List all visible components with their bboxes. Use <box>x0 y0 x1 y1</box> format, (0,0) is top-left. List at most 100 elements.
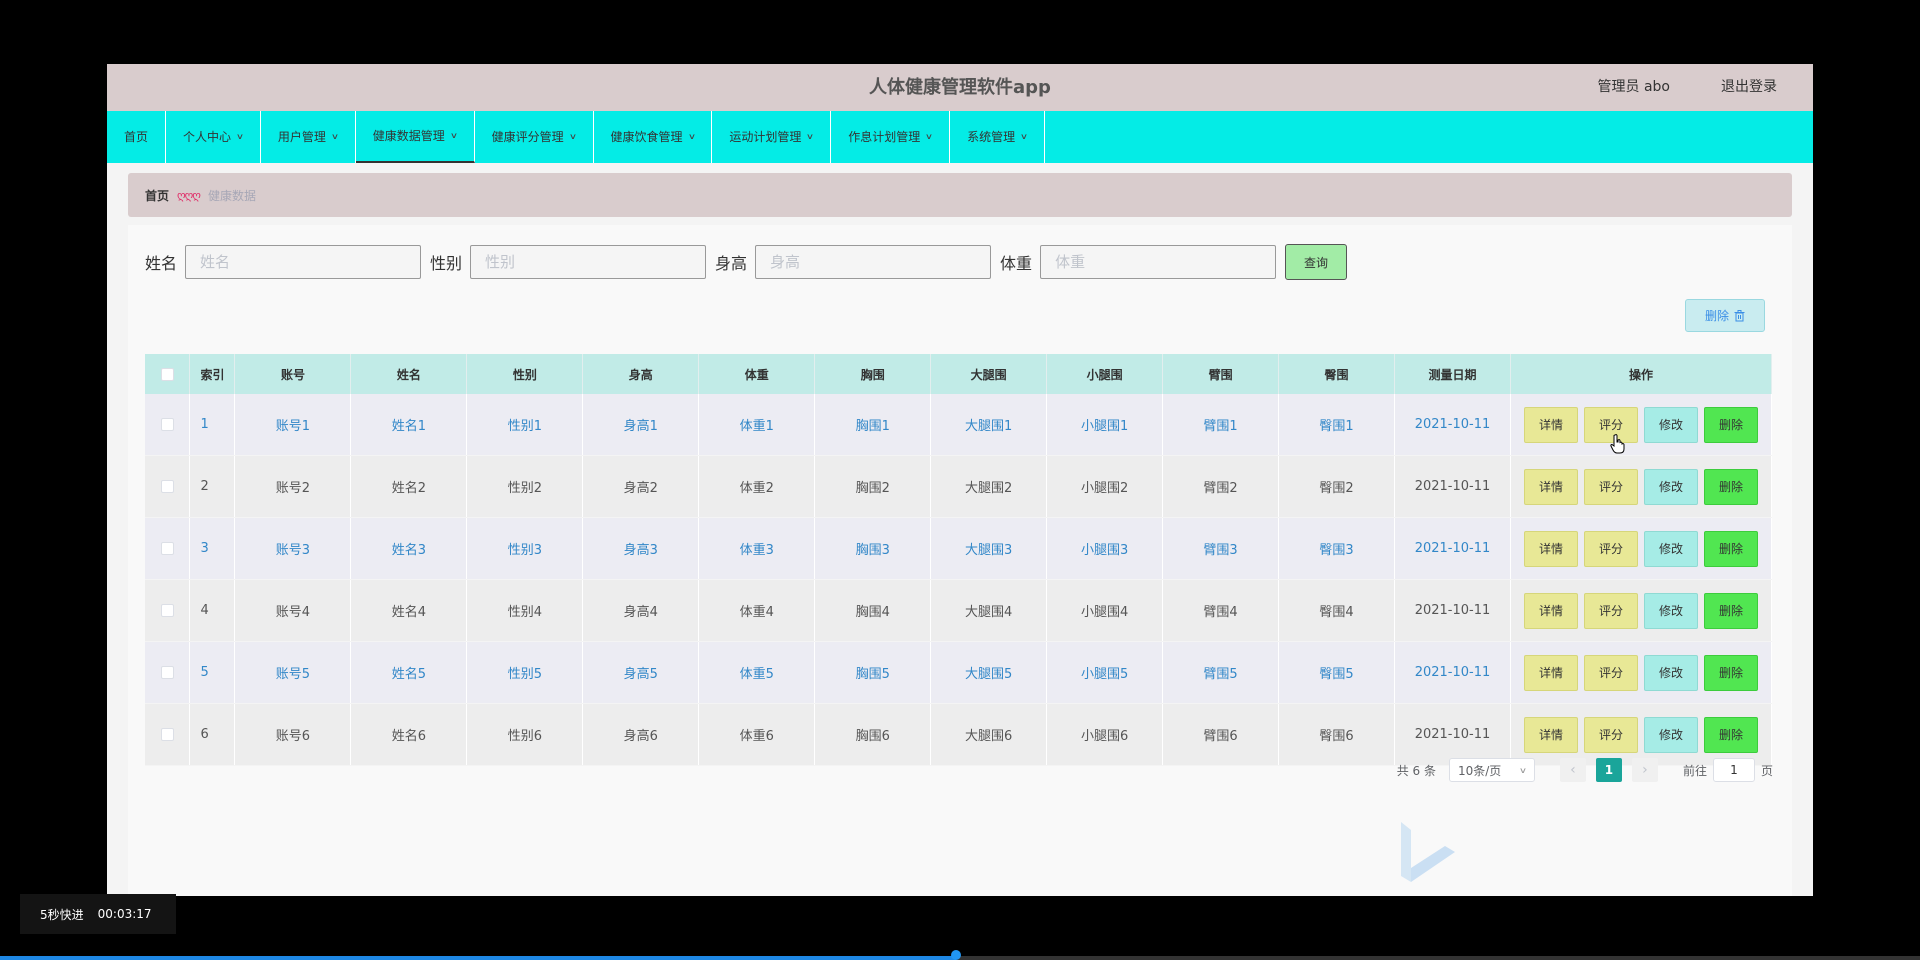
table-cell: 账号6 <box>234 703 352 766</box>
edit-button[interactable]: 修改 <box>1643 406 1698 443</box>
breadcrumb-current: 健康数据 <box>207 188 256 203</box>
delete-button[interactable]: 删除 <box>1703 592 1758 629</box>
height-search-input[interactable] <box>755 245 992 279</box>
nav-item-label: 首页 <box>124 130 149 144</box>
table-cell: 大腿围4 <box>930 579 1048 642</box>
table-cell: 臀围4 <box>1278 579 1395 642</box>
table-cell: 臀围3 <box>1278 517 1395 580</box>
table-cell: 性别2 <box>466 455 584 518</box>
table-cell: 大腿围2 <box>930 455 1048 518</box>
query-button[interactable]: 查询 <box>1285 244 1348 280</box>
delete-button[interactable]: 删除 <box>1703 530 1758 567</box>
edit-button[interactable]: 修改 <box>1643 716 1698 753</box>
pagination-total: 共 6 条 <box>1396 763 1436 778</box>
nav-item-5[interactable]: 健康饮食管理 ∨ <box>594 111 713 163</box>
score-button[interactable]: 评分 <box>1583 530 1638 567</box>
weight-search-input[interactable] <box>1040 245 1277 279</box>
nav-item-label: 运动计划管理 <box>729 130 802 144</box>
detail-button[interactable]: 详情 <box>1523 592 1578 629</box>
weight-label: 体重 <box>1000 254 1033 273</box>
name-label: 姓名 <box>145 254 178 273</box>
table-cell: 2021-10-11 <box>1394 641 1511 704</box>
table-body: 1 账号1 姓名1 性别1 身高1 体重1 胸围1 大腿围1 小腿围1 臂围1 臀围1 2021-10… <box>145 394 1773 766</box>
goto-label: 前往 <box>1682 763 1707 778</box>
page-suffix: 页 <box>1760 763 1773 778</box>
nav-item-7[interactable]: 作息计划管理 ∨ <box>831 111 951 163</box>
table-cell: 身高5 <box>582 641 700 704</box>
chevron-down-icon: ∨ <box>925 132 934 141</box>
detail-button[interactable]: 详情 <box>1523 716 1578 753</box>
edit-button[interactable]: 修改 <box>1643 468 1698 505</box>
detail-button[interactable]: 详情 <box>1523 468 1578 505</box>
nav-item-1[interactable]: 个人中心 ∨ <box>166 111 261 163</box>
nav-item-6[interactable]: 运动计划管理 ∨ <box>712 111 832 163</box>
delete-button[interactable]: 删除 <box>1703 654 1758 691</box>
row-checkbox[interactable] <box>145 455 191 518</box>
table-cell: 性别3 <box>466 517 584 580</box>
next-page-button[interactable]: › <box>1631 758 1658 782</box>
chevron-down-icon: ∨ <box>806 132 815 141</box>
table-cell: 大腿围1 <box>930 394 1048 456</box>
detail-button[interactable]: 详情 <box>1523 406 1578 443</box>
page-number-current[interactable]: 1 <box>1595 758 1622 782</box>
prev-page-button[interactable]: ‹ <box>1559 758 1586 782</box>
score-button[interactable]: 评分 <box>1583 716 1638 753</box>
detail-button[interactable]: 详情 <box>1523 654 1578 691</box>
score-button[interactable]: 评分 <box>1583 654 1638 691</box>
edit-button[interactable]: 修改 <box>1643 654 1698 691</box>
score-button[interactable]: 评分 <box>1583 592 1638 629</box>
name-search-input[interactable] <box>185 245 422 279</box>
watermark-logo-icon <box>1401 822 1455 882</box>
row-checkbox[interactable] <box>145 641 191 704</box>
table-cell: 姓名6 <box>350 703 468 766</box>
table-row: 4 账号4 姓名4 性别4 身高4 体重4 胸围4 大腿围4 小腿围4 臂围4 臀围4 2021-10… <box>145 579 1773 642</box>
logout-link[interactable]: 退出登录 <box>1721 64 1777 111</box>
goto-page-input[interactable] <box>1712 758 1755 782</box>
table-cell: 臂围6 <box>1162 703 1280 766</box>
breadcrumb-home[interactable]: 首页 <box>145 187 169 204</box>
table-cell: 小腿围1 <box>1046 394 1164 456</box>
row-checkbox[interactable] <box>145 394 191 456</box>
nav-item-3[interactable]: 健康数据管理 ∨ <box>355 111 475 163</box>
nav-item-2[interactable]: 用户管理 ∨ <box>261 111 356 163</box>
gender-search-input[interactable] <box>470 245 707 279</box>
table-cell: 身高2 <box>582 455 700 518</box>
column-header: 测量日期 <box>1394 354 1511 394</box>
video-progress-fill <box>0 956 957 960</box>
row-checkbox[interactable] <box>145 517 191 580</box>
delete-button[interactable]: 删除 <box>1703 406 1758 443</box>
page-size-select[interactable]: 10条/页 ∨ <box>1448 758 1535 782</box>
delete-button[interactable]: 删除 <box>1703 716 1758 753</box>
table-cell: 小腿围5 <box>1046 641 1164 704</box>
bulk-delete-button[interactable]: 删除 <box>1685 299 1765 332</box>
edit-button[interactable]: 修改 <box>1643 592 1698 629</box>
table-cell: 体重4 <box>698 579 816 642</box>
chevron-down-icon: ∨ <box>235 132 245 141</box>
table-cell: 账号5 <box>234 641 352 704</box>
nav-item-8[interactable]: 系统管理 ∨ <box>950 111 1046 163</box>
select-all-checkbox[interactable] <box>145 354 191 394</box>
table-cell: 性别6 <box>466 703 584 766</box>
row-checkbox[interactable] <box>145 703 191 766</box>
delete-button[interactable]: 删除 <box>1703 468 1758 505</box>
top-header: 人体健康管理软件app 管理员 abo 退出登录 <box>107 64 1813 111</box>
table-cell: 身高1 <box>582 394 700 456</box>
table-header-row: 索引 账号 姓名 性别 身高 体重 胸围 大腿围 小腿围 臂围 臀围 测量日期 … <box>145 354 1773 394</box>
row-checkbox[interactable] <box>145 579 191 642</box>
score-button[interactable]: 评分 <box>1583 468 1638 505</box>
table-cell: 体重2 <box>698 455 816 518</box>
column-header: 性别 <box>466 354 584 394</box>
table-row: 5 账号5 姓名5 性别5 身高5 体重5 胸围5 大腿围5 小腿围5 臂围5 臀围5 2021-10… <box>145 641 1773 704</box>
edit-button[interactable]: 修改 <box>1643 530 1698 567</box>
table-cell: 胸围3 <box>814 517 932 580</box>
table-cell: 身高3 <box>582 517 700 580</box>
nav-item-4[interactable]: 健康评分管理 ∨ <box>475 111 594 163</box>
table-cell: 性别4 <box>466 579 584 642</box>
table-cell: 体重6 <box>698 703 816 766</box>
breadcrumb: 首页 ღღღ 健康数据 <box>128 173 1792 217</box>
table-cell: 大腿围3 <box>930 517 1048 580</box>
detail-button[interactable]: 详情 <box>1523 530 1578 567</box>
nav-item-0[interactable]: 首页 <box>107 111 167 163</box>
column-header: 账号 <box>234 354 352 394</box>
table-cell: 2021-10-11 <box>1394 394 1511 456</box>
